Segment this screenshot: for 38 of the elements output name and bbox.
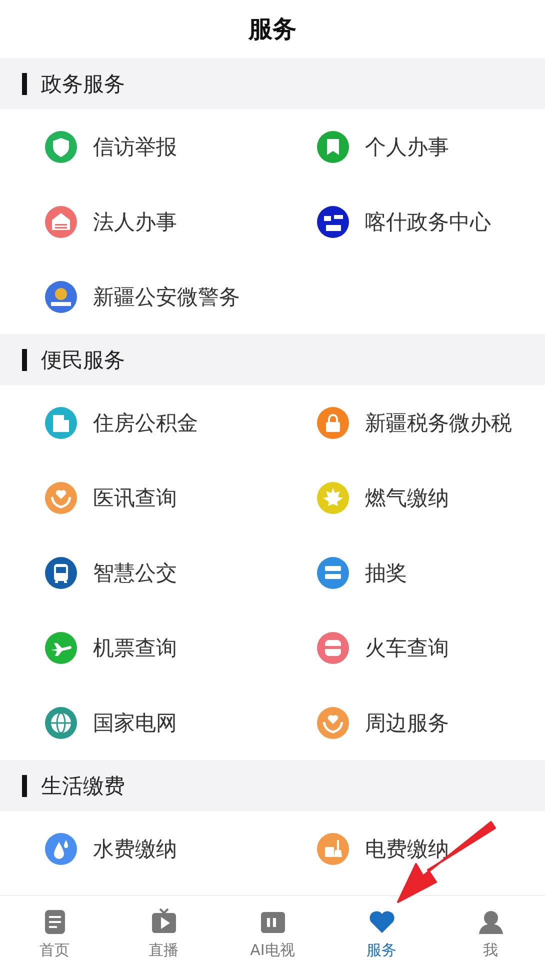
section-header: 生活缴费 xyxy=(0,760,545,811)
bookmark-icon[interactable] xyxy=(317,130,349,162)
hands-icon[interactable] xyxy=(45,482,77,514)
hands-icon[interactable] xyxy=(317,706,349,738)
drop-icon[interactable] xyxy=(45,832,77,864)
service-link[interactable]: 国家电网 xyxy=(93,708,177,736)
section-header: 便民服务 xyxy=(0,334,545,385)
service-link[interactable]: 法人办事 xyxy=(93,208,177,236)
shield-icon[interactable] xyxy=(45,130,77,162)
service-link[interactable]: 水费缴纳 xyxy=(93,834,177,862)
service-link[interactable]: 住房公积金 xyxy=(93,408,198,436)
service-link[interactable]: 机票查询 xyxy=(93,634,177,662)
service-link[interactable]: 智慧公交 xyxy=(93,558,177,586)
section-header: 政务服务 xyxy=(0,58,545,109)
globe-icon[interactable] xyxy=(45,706,77,738)
service-link[interactable]: 周边服务 xyxy=(365,708,449,736)
service-link[interactable]: 医讯查询 xyxy=(93,484,177,512)
nav-tab[interactable]: AI电视 xyxy=(218,896,327,970)
bus-icon[interactable] xyxy=(45,556,77,588)
service-link[interactable]: 电费缴纳 xyxy=(365,834,449,862)
service-link[interactable]: 火车查询 xyxy=(365,634,449,662)
nav-tab[interactable]: 服务 xyxy=(327,896,436,970)
page-title: 服务 xyxy=(248,14,296,45)
service-link[interactable]: 喀什政务中心 xyxy=(365,208,491,236)
nav-tab[interactable]: 直播 xyxy=(109,896,218,970)
house-icon[interactable] xyxy=(45,206,77,238)
broom-icon[interactable] xyxy=(317,832,349,864)
plane-icon[interactable] xyxy=(45,632,77,664)
service-link[interactable]: 个人办事 xyxy=(365,132,449,160)
service-link[interactable]: 新疆公安微警务 xyxy=(93,282,240,310)
nav-tab[interactable]: 首页 xyxy=(0,896,109,970)
service-link[interactable]: 信访举报 xyxy=(93,132,177,160)
service-link[interactable]: 抽奖 xyxy=(365,558,407,586)
service-link[interactable]: 燃气缴纳 xyxy=(365,484,449,512)
service-link[interactable]: 新疆税务微办税 xyxy=(365,408,512,436)
train-icon[interactable] xyxy=(317,632,349,664)
nav-tab[interactable]: 我 xyxy=(436,896,545,970)
lock-icon[interactable] xyxy=(317,406,349,438)
